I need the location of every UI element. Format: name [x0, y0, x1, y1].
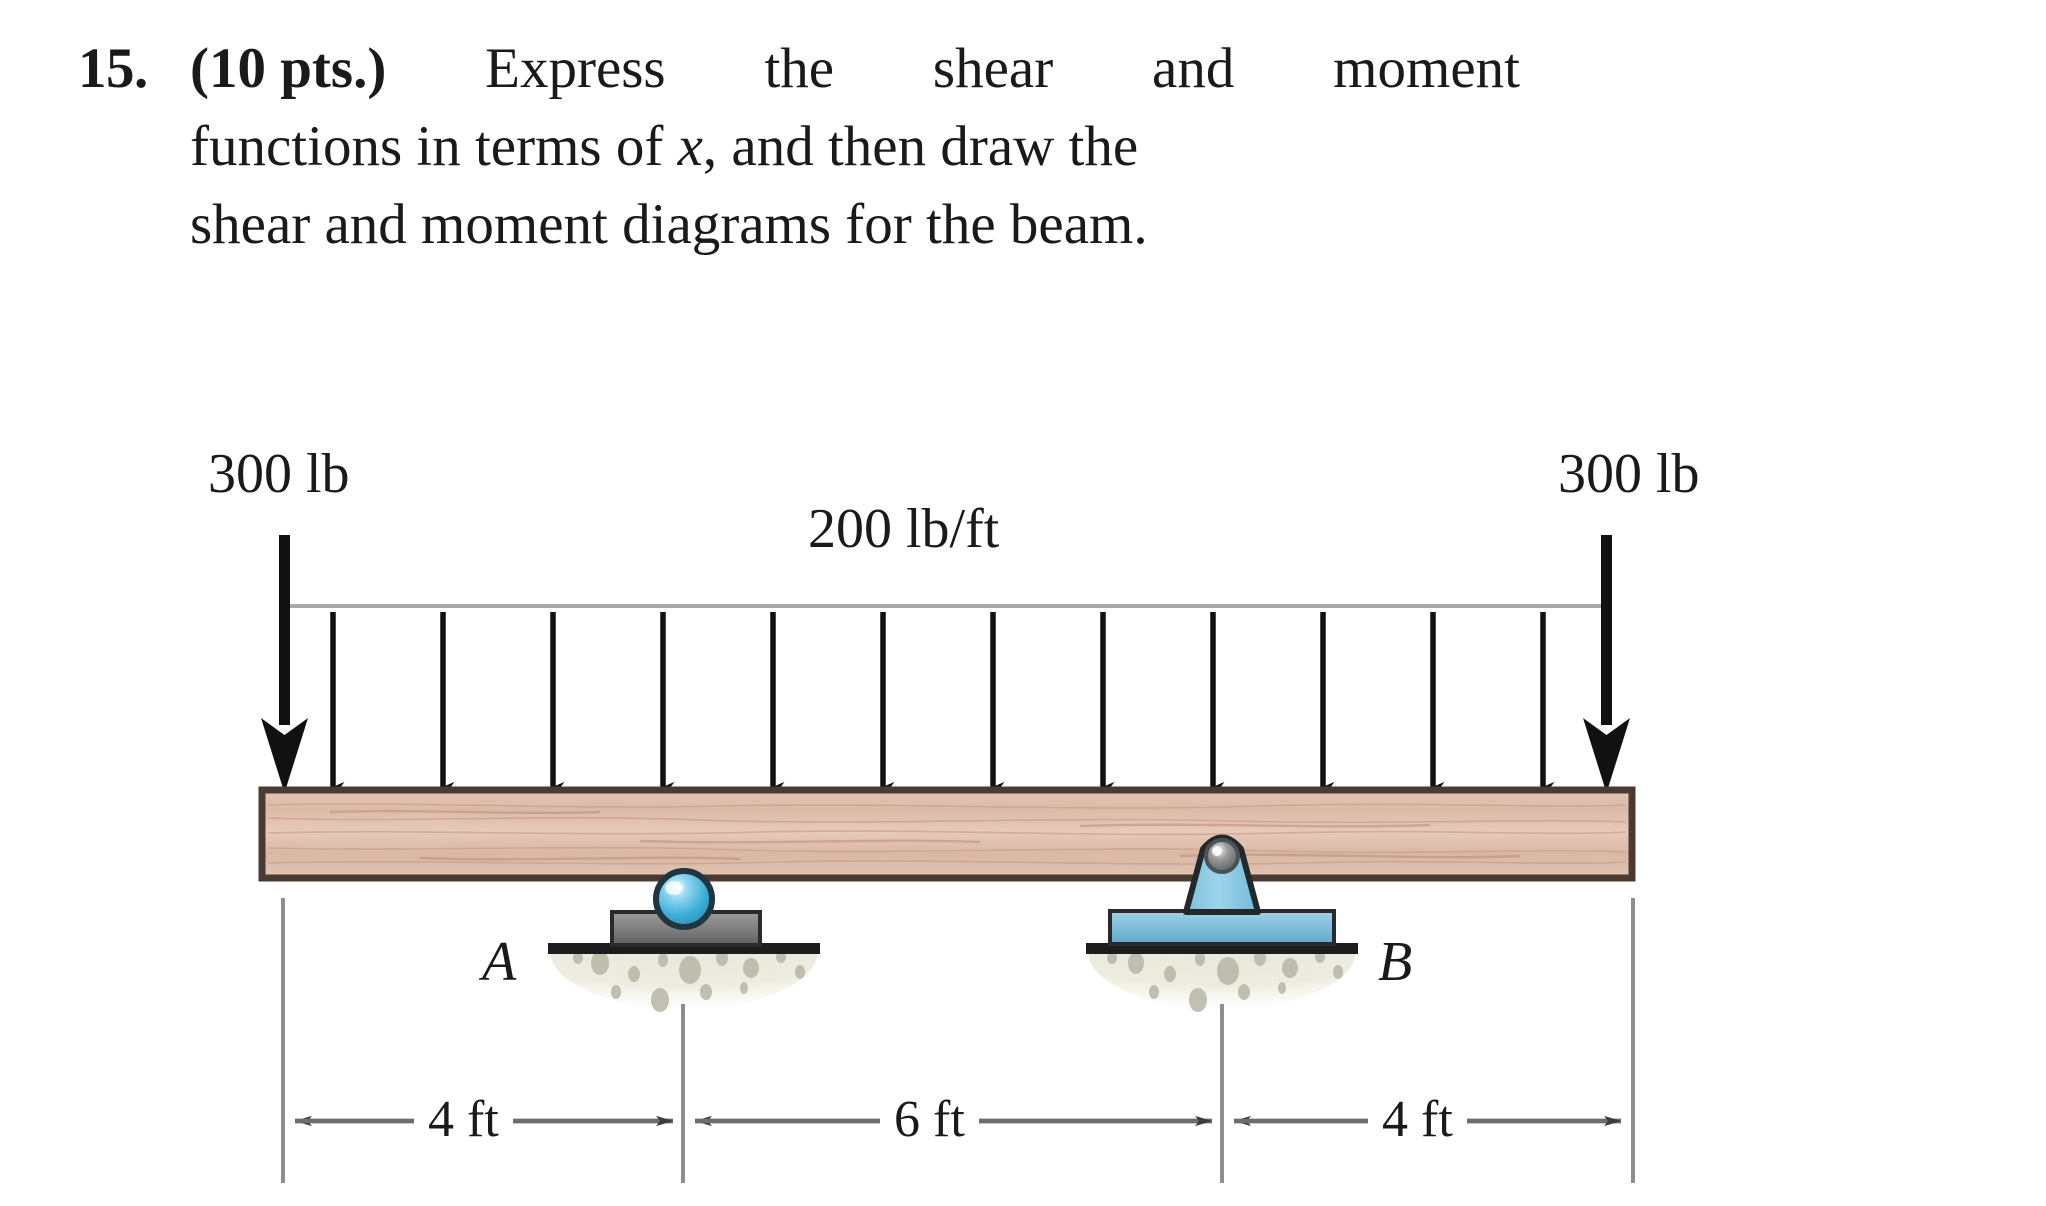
problem-points: (10 pts.): [190, 37, 387, 100]
problem-number: 15.: [78, 37, 148, 100]
variable-x: x: [677, 115, 703, 178]
ground-line-a: [548, 943, 820, 954]
point-load-right-label: 300 lb: [1558, 443, 1700, 505]
dimension-label-4ft-right: 4 ft: [1368, 1090, 1467, 1149]
support-b-pin: [1086, 834, 1358, 1012]
distributed-load-arrows: [330, 612, 1555, 793]
word-the: the: [764, 37, 835, 100]
ground-b: [1088, 951, 1356, 1009]
word-shear: shear: [932, 37, 1054, 100]
word-express: Express: [485, 37, 666, 100]
point-load-right-arrow: [1583, 535, 1630, 793]
problem-line-2: functions in terms of x, and then draw t…: [78, 114, 1918, 192]
distributed-load-label: 200 lb/ft: [808, 498, 1000, 560]
dimension-label-4ft-left: 4 ft: [414, 1090, 513, 1149]
roller-ball-a: [653, 868, 715, 930]
pin-bracket-b: [1183, 834, 1261, 915]
problem-statement: 15. (10 pts.) Express the shear and mome…: [78, 36, 1918, 270]
support-a-roller: [548, 868, 820, 1012]
pin-base-plate-b: [1108, 909, 1336, 946]
problem-line-3: shear and moment diagrams for the beam.: [78, 192, 1918, 270]
beam: [258, 786, 1636, 882]
ground-a-stipple: [573, 950, 805, 1012]
support-a-label: A: [482, 931, 517, 993]
support-b-label: B: [1378, 931, 1413, 993]
pin-hole-b: [1204, 838, 1240, 874]
roller-plate-a: [610, 910, 762, 947]
dimension-extension-lines: [281, 898, 1635, 1183]
point-load-left-arrow: [261, 535, 308, 793]
problem-line-1-text: (10 pts.) Express the shear and moment: [190, 36, 1520, 101]
problem-line-1: 15. (10 pts.) Express the shear and mome…: [78, 36, 1918, 114]
roller-ball-a-highlight: [665, 881, 683, 895]
pin-hole-b-highlight: [1212, 846, 1222, 856]
ground-a: [550, 951, 818, 1009]
beam-grain: [267, 803, 1627, 865]
beam-grain-dark: [329, 809, 1521, 861]
ground-line-b: [1086, 943, 1358, 954]
dimension-label-6ft: 6 ft: [880, 1090, 979, 1149]
word-and: and: [1152, 37, 1235, 100]
line2-suffix: , and then draw the: [702, 115, 1139, 178]
line2-prefix: functions in terms of: [190, 115, 678, 178]
beam-body: [258, 786, 1636, 882]
point-load-left-label: 300 lb: [208, 443, 350, 505]
problem-line-3-text: shear and moment diagrams for the beam.: [190, 193, 1148, 256]
ground-b-stipple: [1107, 950, 1343, 1012]
problem-line-2-text: functions in terms of x, and then draw t…: [190, 114, 1520, 179]
word-moment: moment: [1333, 37, 1520, 100]
